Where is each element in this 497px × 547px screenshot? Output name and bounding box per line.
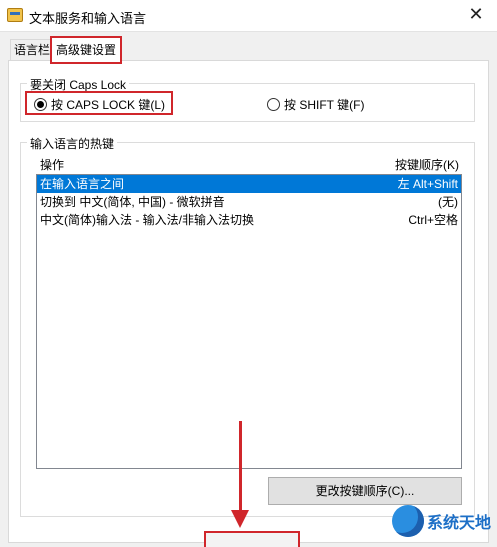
tab-language-bar[interactable]: 语言栏: [10, 39, 55, 60]
change-key-sequence-button[interactable]: 更改按键顺序(C)...: [268, 477, 462, 505]
title-bar: 文本服务和输入语言 ✕: [0, 0, 497, 32]
caps-lock-key-option[interactable]: 按 CAPS LOCK 键(L): [34, 96, 165, 113]
hotkey-action: 切换到 中文(简体, 中国) - 微软拼音: [40, 195, 225, 209]
tab-advanced-key-settings[interactable]: 高级键设置: [50, 36, 123, 64]
column-header-action: 操作: [40, 158, 65, 172]
hotkeys-group-title: 输入语言的热键: [27, 135, 118, 152]
hotkey-keys: Ctrl+空格: [408, 213, 458, 227]
hotkey-action: 中文(简体)输入法 - 输入法/非输入法切换: [40, 213, 254, 227]
hotkey-list[interactable]: 在输入语言之间 左 Alt+Shift 切换到 中文(简体, 中国) - 微软拼…: [36, 174, 462, 469]
hotkey-keys: 左 Alt+Shift: [397, 177, 458, 191]
window-title: 文本服务和输入语言: [29, 11, 147, 26]
ok-button-partial[interactable]: [204, 531, 300, 547]
caps-lock-key-label: 按 CAPS LOCK 键(L): [51, 98, 166, 112]
column-header-key-sequence: 按键顺序(K): [395, 158, 459, 172]
caps-lock-key-radio[interactable]: [34, 98, 47, 111]
watermark: 系统天地: [391, 505, 491, 537]
site-logo-icon: [391, 505, 424, 537]
annotation-arrow-shaft: [239, 421, 242, 515]
shift-key-label: 按 SHIFT 键(F): [284, 98, 365, 112]
keyboard-app-icon: [7, 8, 23, 22]
hotkey-keys: (无): [438, 195, 458, 209]
hotkey-row[interactable]: 在输入语言之间 左 Alt+Shift: [37, 175, 461, 193]
caps-lock-group-title: 要关闭 Caps Lock: [27, 76, 130, 93]
hotkey-action: 在输入语言之间: [40, 177, 125, 191]
shift-key-radio[interactable]: [267, 98, 280, 111]
close-button[interactable]: ✕: [465, 3, 487, 25]
annotation-arrow-head: [231, 510, 249, 528]
shift-key-option[interactable]: 按 SHIFT 键(F): [267, 96, 364, 113]
hotkey-row[interactable]: 切换到 中文(简体, 中国) - 微软拼音 (无): [37, 193, 461, 211]
watermark-text: 系统天地: [426, 515, 491, 532]
hotkey-row[interactable]: 中文(简体)输入法 - 输入法/非输入法切换 Ctrl+空格: [37, 211, 461, 229]
